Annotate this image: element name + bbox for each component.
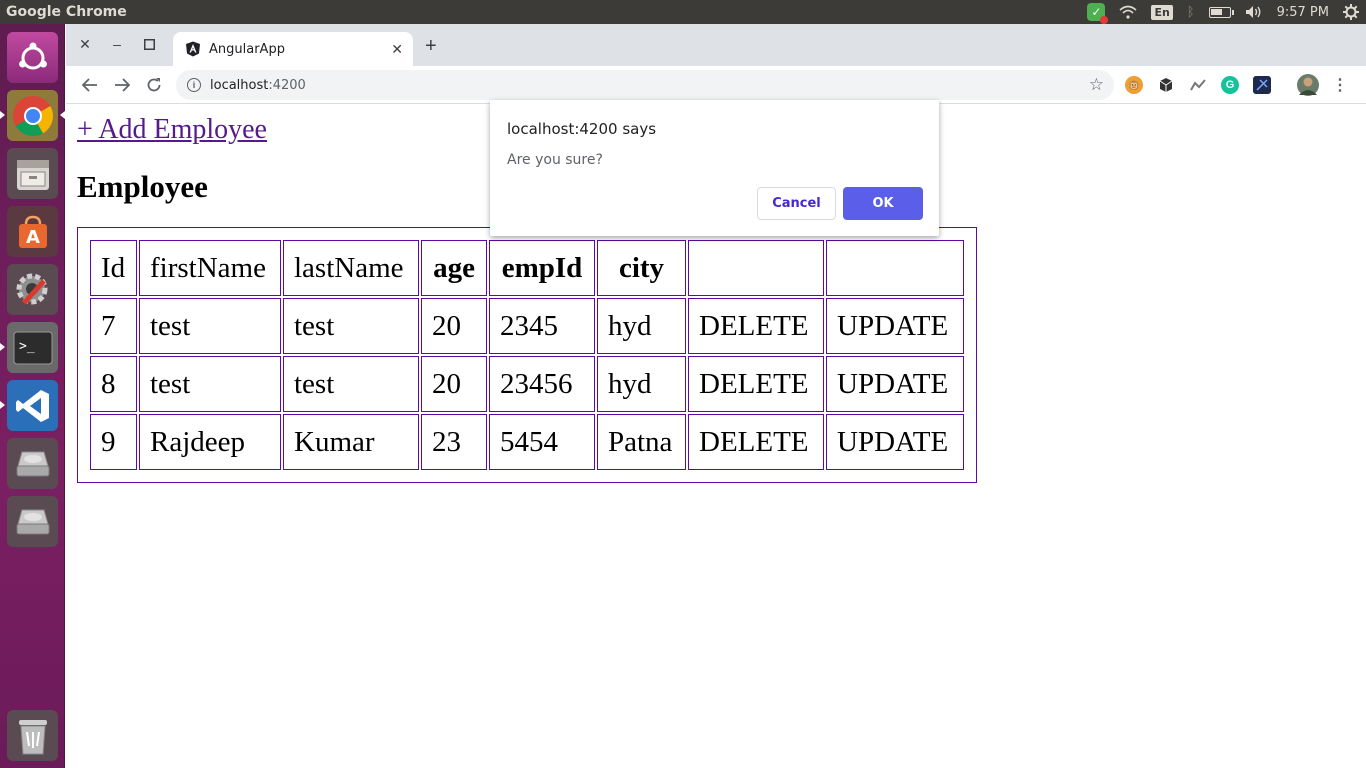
update-indicator[interactable]: ✓	[1080, 0, 1112, 24]
wifi-icon[interactable]	[1112, 0, 1144, 24]
reload-icon[interactable]	[143, 74, 165, 96]
confirm-dialog: localhost:4200 says Are you sure? Cancel…	[490, 100, 939, 236]
url-text: localhost:4200	[210, 77, 306, 93]
extension-cube-icon[interactable]	[1157, 76, 1175, 94]
top-panel: Google Chrome ✓ En ᛒ 9:57 PM	[0, 0, 1366, 24]
delete-button[interactable]: DELETE	[688, 356, 824, 412]
close-tab-icon[interactable]: ✕	[391, 41, 403, 58]
profile-avatar[interactable]	[1297, 74, 1319, 96]
extension-grammarly-icon[interactable]: G	[1221, 76, 1239, 94]
drive-icon[interactable]	[7, 438, 58, 489]
column-header: empId	[489, 240, 595, 296]
column-header	[826, 240, 964, 296]
emp-id-cell: 5454	[489, 414, 595, 470]
keyboard-layout-indicator[interactable]: En	[1144, 0, 1179, 24]
cancel-button[interactable]: Cancel	[757, 187, 836, 220]
forward-icon[interactable]	[111, 74, 133, 96]
last-name-cell: Kumar	[283, 414, 419, 470]
age-cell: 23	[421, 414, 487, 470]
drive-icon[interactable]	[7, 496, 58, 547]
launcher: A >_	[0, 24, 65, 768]
age-cell: 20	[421, 356, 487, 412]
files-icon[interactable]	[7, 148, 58, 199]
address-bar[interactable]: i localhost:4200 ☆	[176, 70, 1114, 100]
clock[interactable]: 9:57 PM	[1270, 0, 1336, 24]
table-row: 9 Rajdeep Kumar 23 5454 Patna DELETE UPD…	[90, 414, 964, 470]
add-employee-link[interactable]: + Add Employee	[77, 114, 267, 146]
extension-monkey-icon[interactable]: 🐵	[1125, 76, 1143, 94]
update-button[interactable]: UPDATE	[826, 414, 964, 470]
terminal-icon[interactable]: >_	[0, 322, 58, 373]
ubuntu-dash-icon[interactable]	[7, 32, 58, 83]
browser-toolbar: i localhost:4200 ☆ 🐵 G ⋮	[66, 66, 1366, 104]
battery-icon[interactable]	[1202, 0, 1238, 24]
column-header: lastName	[283, 240, 419, 296]
close-window-icon[interactable]: ✕	[75, 34, 95, 54]
id-cell: 9	[90, 414, 137, 470]
settings-gear-icon[interactable]	[1336, 0, 1366, 24]
city-cell: Patna	[597, 414, 686, 470]
trash-icon[interactable]	[7, 710, 58, 761]
chrome-menu-icon[interactable]: ⋮	[1331, 76, 1349, 94]
tab-strip: ✕ – AngularApp ✕ +	[66, 24, 1366, 66]
first-name-cell: Rajdeep	[139, 414, 281, 470]
check-icon: ✓	[1087, 3, 1109, 24]
page-title: Employee	[77, 169, 208, 204]
column-header: age	[421, 240, 487, 296]
volume-icon[interactable]	[1238, 0, 1270, 24]
emp-id-cell: 23456	[489, 356, 595, 412]
city-cell: hyd	[597, 356, 686, 412]
column-header: city	[597, 240, 686, 296]
dialog-title: localhost:4200 says	[507, 120, 657, 138]
last-name-cell: test	[283, 298, 419, 354]
delete-button[interactable]: DELETE	[688, 414, 824, 470]
vscode-icon[interactable]	[0, 380, 58, 431]
column-header	[688, 240, 824, 296]
tab-title: AngularApp	[209, 41, 285, 57]
update-button[interactable]: UPDATE	[826, 356, 964, 412]
active-app-title: Google Chrome	[6, 4, 127, 20]
back-icon[interactable]	[79, 74, 101, 96]
table-row: 7 test test 20 2345 hyd DELETE UPDATE	[90, 298, 964, 354]
last-name-cell: test	[283, 356, 419, 412]
id-cell: 7	[90, 298, 137, 354]
chrome-icon[interactable]	[0, 90, 65, 141]
site-info-icon[interactable]: i	[187, 78, 201, 92]
age-cell: 20	[421, 298, 487, 354]
emp-id-cell: 2345	[489, 298, 595, 354]
system-settings-icon[interactable]	[7, 264, 58, 315]
svg-text:>_: >_	[19, 339, 35, 354]
extension-dark-icon[interactable]	[1253, 76, 1271, 94]
bluetooth-icon[interactable]: ᛒ	[1180, 0, 1202, 24]
column-header: Id	[90, 240, 137, 296]
first-name-cell: test	[139, 356, 281, 412]
new-tab-icon[interactable]: +	[425, 36, 437, 56]
table-header-row: Id firstName lastName age empId city	[90, 240, 964, 296]
angular-icon	[186, 41, 200, 57]
column-header: firstName	[139, 240, 281, 296]
dialog-message: Are you sure?	[507, 152, 603, 168]
bookmark-star-icon[interactable]: ☆	[1089, 75, 1104, 95]
svg-text:A: A	[26, 227, 40, 248]
delete-button[interactable]: DELETE	[688, 298, 824, 354]
minimize-window-icon[interactable]: –	[107, 34, 127, 54]
extension-chart-icon[interactable]	[1189, 76, 1207, 94]
city-cell: hyd	[597, 298, 686, 354]
system-tray: ✓ En ᛒ 9:57 PM	[1080, 0, 1366, 24]
employee-table: Id firstName lastName age empId city 7 t…	[77, 227, 977, 483]
id-cell: 8	[90, 356, 137, 412]
software-center-icon[interactable]: A	[7, 206, 58, 257]
first-name-cell: test	[139, 298, 281, 354]
tab-angularapp[interactable]: AngularApp ✕	[173, 32, 413, 66]
maximize-window-icon[interactable]	[139, 34, 159, 54]
table-row: 8 test test 20 23456 hyd DELETE UPDATE	[90, 356, 964, 412]
update-button[interactable]: UPDATE	[826, 298, 964, 354]
ok-button[interactable]: OK	[843, 187, 923, 220]
